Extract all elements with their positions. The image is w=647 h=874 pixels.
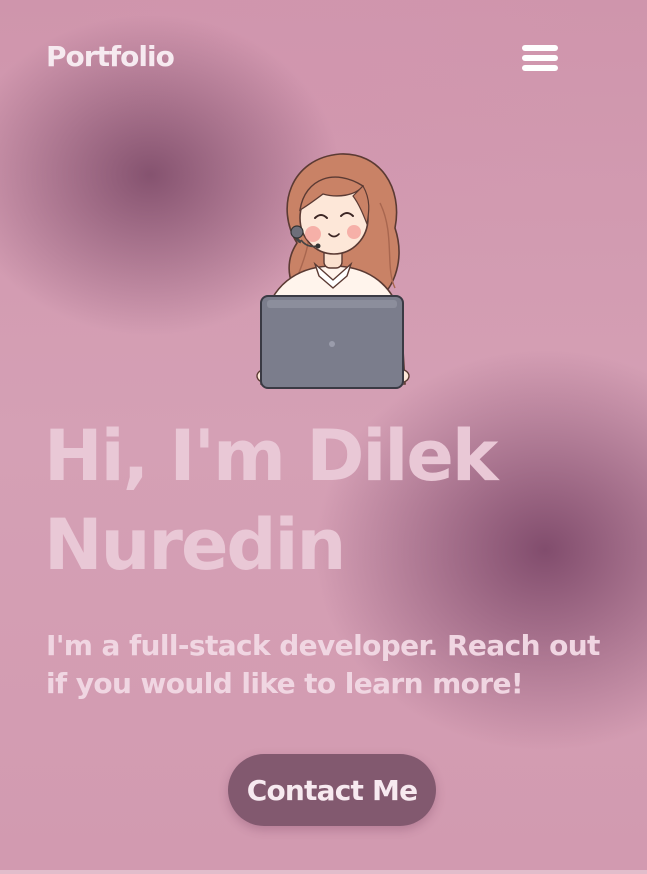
hamburger-menu-icon-bar-bottom [522,65,558,71]
hamburger-menu-icon-bar-top [522,45,558,51]
hamburger-menu-button[interactable] [520,40,560,76]
top-navbar: Portfolio [0,0,647,116]
hero-heading: Hi, I'm Dilek Nuredin [44,415,498,586]
contact-me-button[interactable]: Contact Me [228,754,436,826]
site-logo[interactable]: Portfolio [46,40,175,73]
developer-avatar-illustration [256,153,410,389]
hero-subtitle: I'm a full-stack developer. Reach out if… [46,629,600,700]
hamburger-menu-icon-bar-middle [522,55,558,61]
